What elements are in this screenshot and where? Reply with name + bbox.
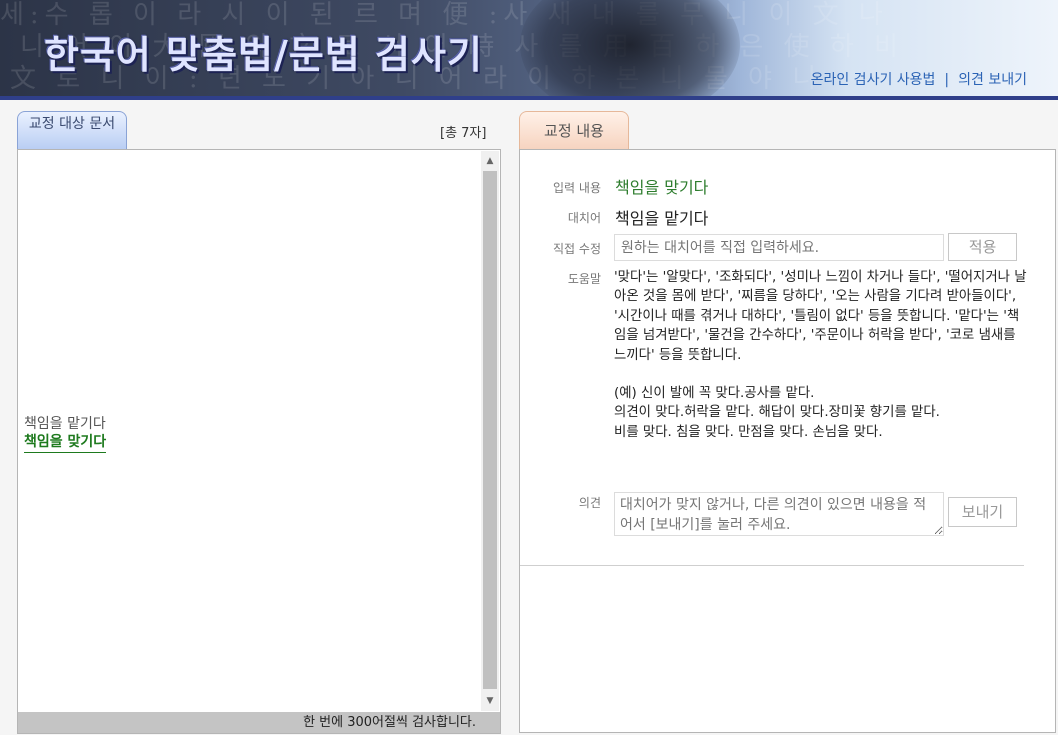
correction-label: 대치어 <box>567 211 601 225</box>
header-divider <box>0 96 1058 100</box>
error-highlight[interactable]: 책임을 맞기다 <box>24 433 107 453</box>
app-title: 한국어 맞춤법/문법 검사기 <box>44 33 483 77</box>
help-label: 도움말 <box>567 272 601 286</box>
link-separator: | <box>944 72 950 88</box>
header-links: 온라인 검사기 사용법 | 의견 보내기 <box>811 69 1027 89</box>
scroll-thumb[interactable] <box>483 171 497 689</box>
document-content: 책임을 맡기다 책임을 맞기다 <box>24 415 107 453</box>
send-button[interactable]: 보내기 <box>948 497 1017 527</box>
input-value: 책임을 맞기다 <box>615 178 709 197</box>
direct-edit-input[interactable] <box>614 234 944 261</box>
limit-note: 한 번에 300어절씩 검사합니다. <box>18 712 500 733</box>
panel-divider <box>520 565 1024 566</box>
tab-correction[interactable]: 교정 내용 <box>519 111 629 150</box>
usage-guide-link[interactable]: 온라인 검사기 사용법 <box>811 72 936 88</box>
help-text: '맞다'는 '알맞다', '조화되다', '성미나 느낌이 차거나 들다', '… <box>614 268 1029 442</box>
scroll-down-icon[interactable]: ▼ <box>481 692 499 710</box>
example-line: (예) 신이 발에 꼭 맞다.공사를 맡다. <box>614 386 815 402</box>
original-text: 책임을 맡기다 <box>24 416 106 432</box>
correction-value: 책임을 맡기다 <box>615 209 709 228</box>
example-line: 비를 맞다. 침을 맞다. 만점을 맞다. 손님을 맞다. <box>614 424 883 440</box>
document-scrollbar[interactable]: ▲ ▼ <box>481 151 499 711</box>
opinion-label: 의견 <box>578 496 601 510</box>
input-label: 입력 내용 <box>553 181 601 195</box>
banner-decoration <box>520 0 740 96</box>
help-description: '맞다'는 '알맞다', '조화되다', '성미나 느낌이 차거나 들다', '… <box>614 270 1027 363</box>
header-banner: 세:수 롭 이 라 시 이 된 르 며 便 :사 새 내 를 무 니 이 文 나… <box>0 0 1058 96</box>
apply-button[interactable]: 적용 <box>948 233 1017 261</box>
char-count: [총 7자] <box>440 126 487 141</box>
tab-target-document[interactable]: 교정 대상 문서 <box>17 111 127 150</box>
scroll-up-icon[interactable]: ▲ <box>481 152 499 170</box>
opinion-textarea[interactable] <box>614 492 944 536</box>
send-feedback-link[interactable]: 의견 보내기 <box>958 72 1027 88</box>
edit-label: 직접 수정 <box>553 242 601 256</box>
example-line: 의견이 맞다.허락을 맡다. 해답이 맞다.장미꽃 향기를 맡다. <box>614 405 940 421</box>
